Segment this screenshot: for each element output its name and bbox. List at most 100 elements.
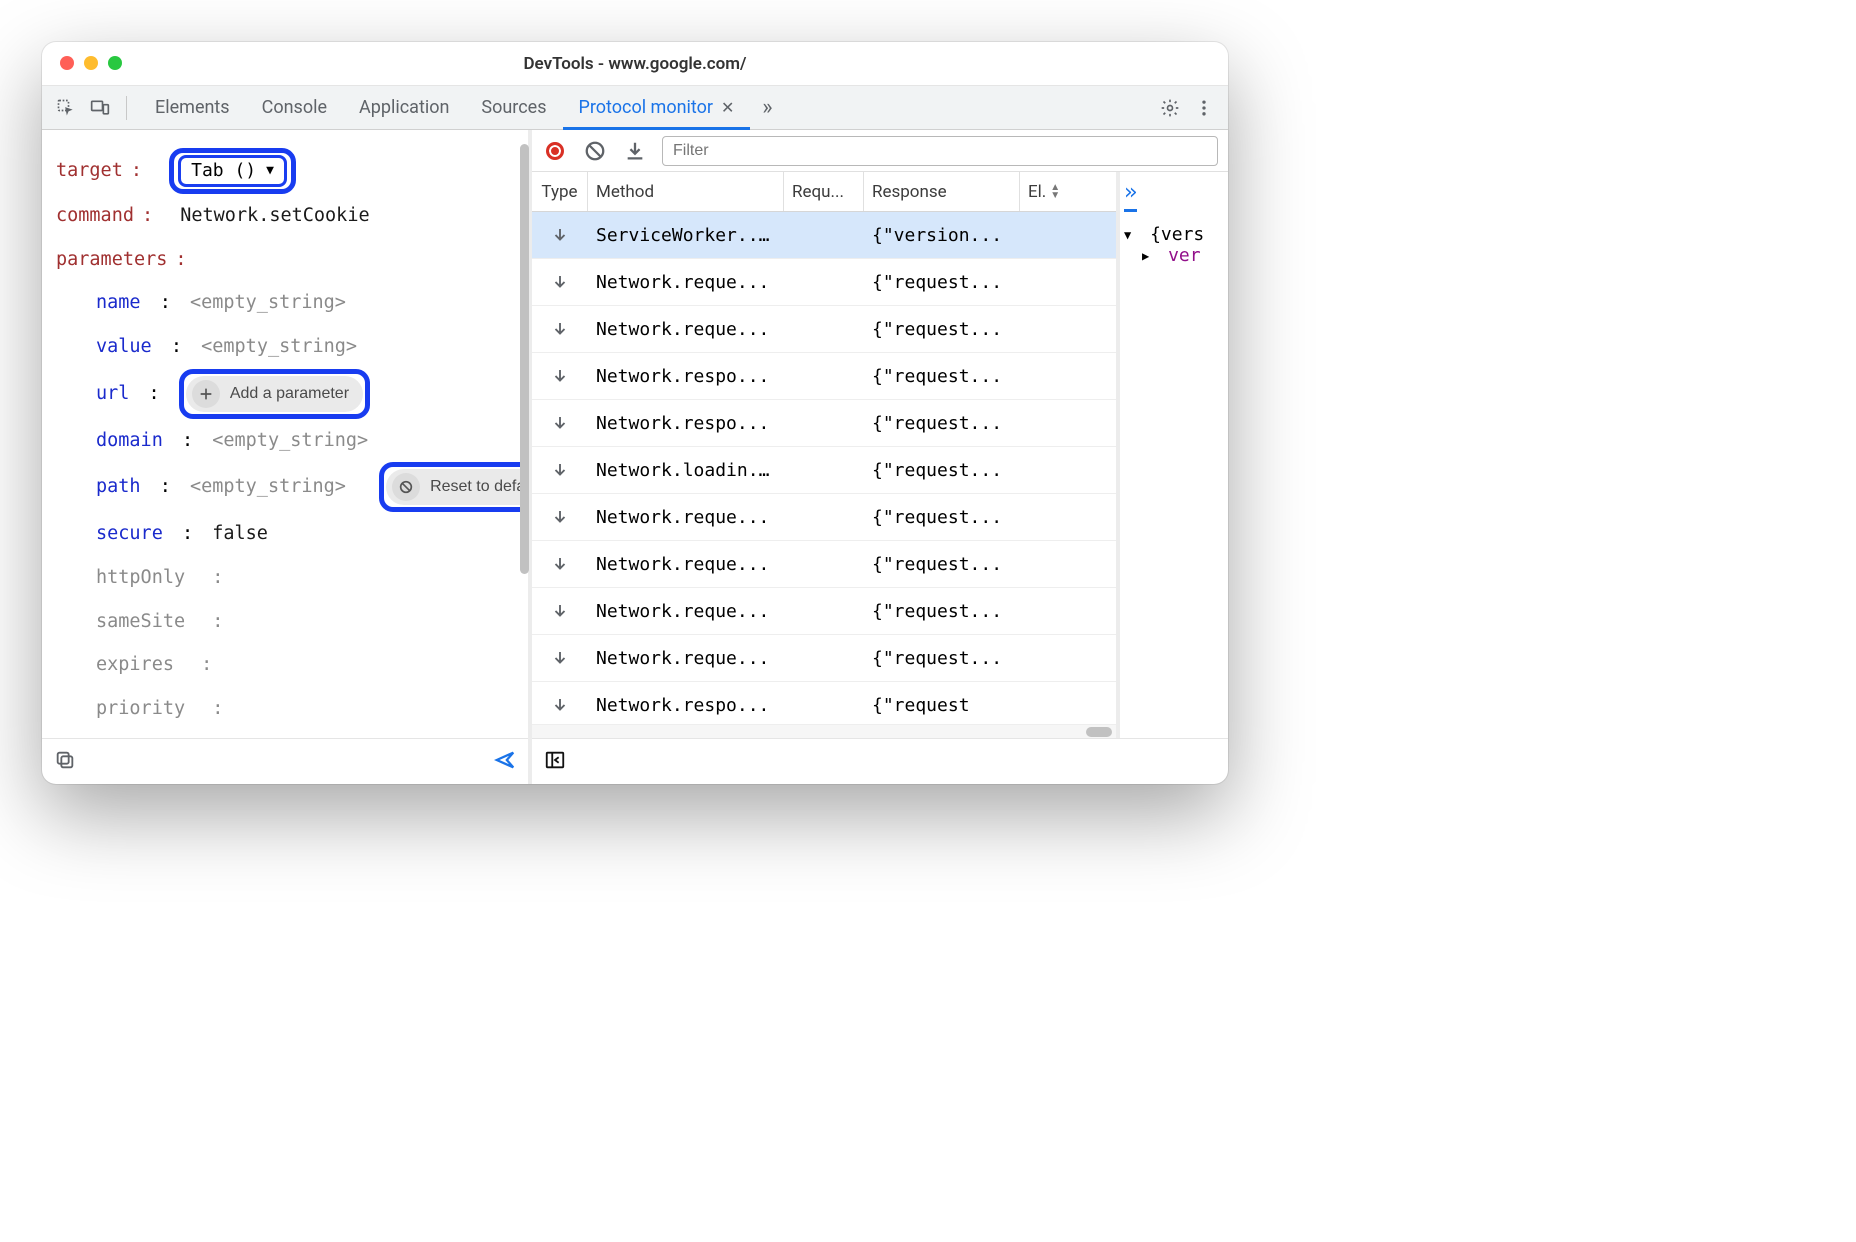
copy-icon[interactable]	[54, 749, 76, 775]
target-select[interactable]: Tab () ▼	[178, 155, 287, 187]
inspect-icon[interactable]	[52, 94, 80, 122]
right-footer	[532, 738, 1228, 784]
row-type-icon	[532, 649, 588, 667]
param-samesite[interactable]: sameSite	[96, 600, 185, 644]
row-type-icon	[532, 226, 588, 244]
table-row[interactable]: Network.respo... {"request...	[532, 353, 1116, 400]
col-elapsed[interactable]: El. ▲▼	[1020, 172, 1070, 211]
col-method[interactable]: Method	[588, 172, 784, 211]
table-body[interactable]: ServiceWorker....{"version... Network.req…	[532, 212, 1116, 724]
record-icon[interactable]	[542, 138, 568, 164]
table-row[interactable]: ServiceWorker....{"version...	[532, 212, 1116, 259]
param-expires[interactable]: expires	[96, 643, 174, 687]
row-type-icon	[532, 320, 588, 338]
param-name-value[interactable]: <empty_string>	[190, 281, 346, 325]
add-parameter-button[interactable]: Add a parameter	[186, 376, 363, 412]
devtools-window: DevTools - www.google.com/ Elements Cons…	[42, 42, 1228, 784]
tab-protocol-monitor[interactable]: Protocol monitor ✕	[563, 86, 751, 129]
row-type-icon	[532, 367, 588, 385]
window-title: DevTools - www.google.com/	[523, 54, 746, 74]
table-row[interactable]: Network.reque... {"request...	[532, 588, 1116, 635]
tree-child[interactable]: ▶ ver	[1124, 245, 1224, 266]
panel-tabs: Elements Console Application Sources Pro…	[139, 86, 784, 129]
table-row[interactable]: Network.respo...{"request...	[532, 400, 1116, 447]
row-type-icon	[532, 696, 588, 714]
param-priority[interactable]: priority	[96, 687, 185, 731]
parameters-label: parameters	[56, 238, 167, 282]
param-secure-value[interactable]: false	[212, 512, 268, 556]
table-row[interactable]: Network.reque... {"request...	[532, 494, 1116, 541]
settings-icon[interactable]	[1156, 94, 1184, 122]
param-name[interactable]: name	[96, 281, 141, 325]
row-type-icon	[532, 602, 588, 620]
row-response: {"version...	[864, 225, 1020, 246]
table-row[interactable]: Network.respo...{"request	[532, 682, 1116, 724]
command-editor-panel: target: Tab () ▼ command: Network.setCoo…	[42, 130, 532, 784]
detail-tabs: »	[1124, 178, 1224, 214]
row-method: Network.reque...	[588, 272, 784, 293]
reset-value-button[interactable]: Reset to default value	[386, 469, 528, 505]
more-tabs-icon[interactable]: »	[750, 91, 784, 125]
row-method: Network.reque...	[588, 601, 784, 622]
col-response[interactable]: Response	[864, 172, 1020, 211]
command-editor[interactable]: target: Tab () ▼ command: Network.setCoo…	[42, 130, 528, 738]
table-row[interactable]: Network.reque...{"request...	[532, 541, 1116, 588]
table-hscroll[interactable]	[532, 724, 1116, 738]
more-detail-tabs-icon[interactable]: »	[1124, 180, 1137, 212]
send-icon[interactable]	[494, 749, 516, 775]
row-response: {"request...	[864, 507, 1020, 528]
grid-area: Type Method Requ... Response El. ▲▼ Serv…	[532, 172, 1228, 738]
target-label: target	[56, 149, 123, 193]
row-response: {"request...	[864, 601, 1020, 622]
tab-application[interactable]: Application	[343, 86, 465, 129]
zoom-window-button[interactable]	[108, 56, 122, 70]
minimize-window-button[interactable]	[84, 56, 98, 70]
download-icon[interactable]	[622, 138, 648, 164]
table-row[interactable]: Network.reque...{"request...	[532, 635, 1116, 682]
kebab-menu-icon[interactable]	[1190, 94, 1218, 122]
filter-input[interactable]	[662, 136, 1218, 166]
row-method: Network.reque...	[588, 507, 784, 528]
param-path[interactable]: path	[96, 465, 141, 509]
row-response: {"request...	[864, 366, 1020, 387]
main-toolbar: Elements Console Application Sources Pro…	[42, 86, 1228, 130]
titlebar: DevTools - www.google.com/	[42, 42, 1228, 86]
tree-root[interactable]: ▼ {vers	[1124, 224, 1224, 245]
close-tab-icon[interactable]: ✕	[721, 98, 734, 117]
row-type-icon	[532, 508, 588, 526]
editor-scrollbar[interactable]	[520, 144, 529, 574]
command-label: command	[56, 194, 134, 238]
highlight-reset-value: Reset to default value	[379, 462, 528, 512]
col-type[interactable]: Type	[532, 172, 588, 211]
tab-console[interactable]: Console	[246, 86, 343, 129]
param-domain-value[interactable]: <empty_string>	[212, 419, 368, 463]
table-row[interactable]: Network.reque... {"request...	[532, 259, 1116, 306]
param-path-value[interactable]: <empty_string>	[190, 465, 346, 509]
col-elapsed-label: El.	[1028, 182, 1046, 202]
col-request[interactable]: Requ...	[784, 172, 864, 211]
highlight-target-select: Tab () ▼	[169, 148, 296, 194]
param-httponly[interactable]: httpOnly	[96, 556, 185, 600]
clear-log-icon[interactable]	[582, 138, 608, 164]
toggle-panel-icon[interactable]	[544, 749, 566, 775]
row-method: Network.respo...	[588, 366, 784, 387]
row-response: {"request...	[864, 272, 1020, 293]
param-url[interactable]: url	[96, 372, 129, 416]
tab-elements[interactable]: Elements	[139, 86, 246, 129]
tab-sources[interactable]: Sources	[465, 86, 562, 129]
row-response: {"request...	[864, 460, 1020, 481]
log-toolbar	[532, 130, 1228, 172]
table-row[interactable]: Network.loadin... {"request...	[532, 447, 1116, 494]
param-secure[interactable]: secure	[96, 512, 163, 556]
command-value: Network.setCookie	[180, 194, 369, 238]
row-response: {"request...	[864, 319, 1020, 340]
param-domain[interactable]: domain	[96, 419, 163, 463]
param-value-value[interactable]: <empty_string>	[201, 325, 357, 369]
row-response: {"request	[864, 695, 1020, 716]
device-icon[interactable]	[86, 94, 114, 122]
row-method: Network.loadin...	[588, 460, 784, 481]
param-value[interactable]: value	[96, 325, 152, 369]
sort-icon: ▲▼	[1050, 184, 1060, 200]
close-window-button[interactable]	[60, 56, 74, 70]
table-row[interactable]: Network.reque...{"request...	[532, 306, 1116, 353]
